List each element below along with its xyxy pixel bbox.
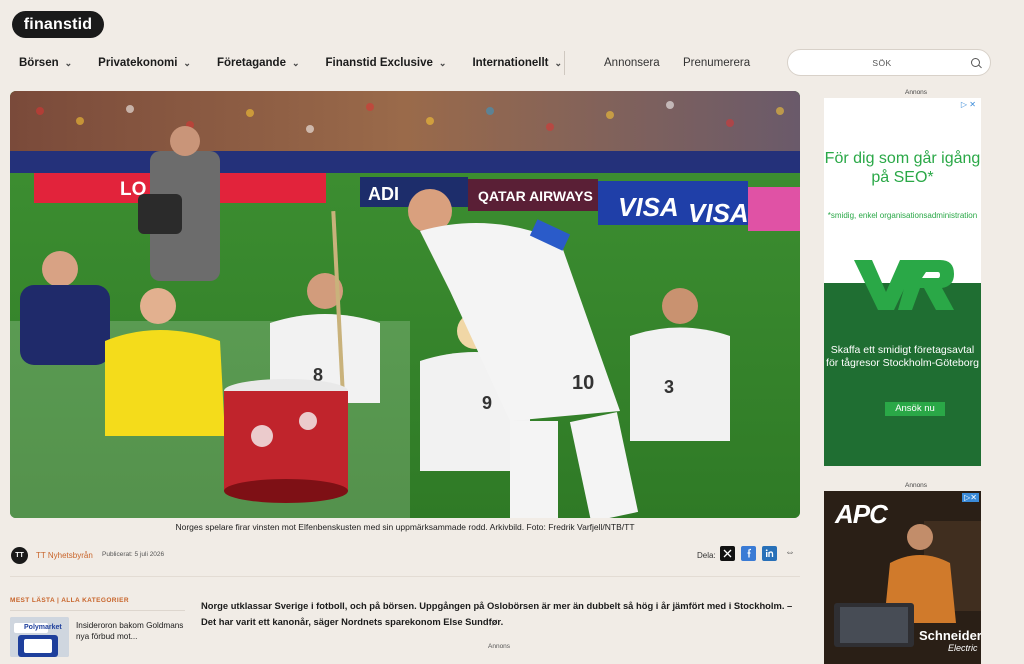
most-read-thumbnail[interactable]: Polymarket	[10, 617, 69, 657]
nav-item-label: Företagande	[216, 57, 286, 69]
hero-banner-text: VISA	[618, 192, 679, 222]
subscribe-link[interactable]: Prenumerera	[683, 57, 750, 69]
finanstid-logo[interactable]: finanstid	[12, 11, 104, 38]
chevron-down-icon: ⌄	[64, 57, 73, 68]
ad-label: Annons	[488, 643, 511, 650]
hero-banner-text: QATAR AIRWAYS	[478, 188, 593, 204]
ad-choices-icon[interactable]: ▷ ✕	[961, 100, 976, 109]
hero-banner-text: ADI	[368, 184, 399, 204]
copy-link-icon[interactable]: ⇔	[785, 547, 795, 558]
nav-item-label: Finanstid Exclusive	[325, 57, 433, 69]
shirt-number: 3	[664, 377, 674, 397]
ad-cta-button[interactable]: Ansök nu	[885, 402, 945, 416]
chevron-down-icon: ⌄	[554, 57, 563, 68]
nav-item-foretagande[interactable]: Företagande ⌄	[217, 57, 300, 69]
advertise-link[interactable]: Annonsera	[604, 57, 660, 69]
search-icon[interactable]	[971, 58, 980, 67]
nav-item-finanstid-exclusive[interactable]: Finanstid Exclusive ⌄	[326, 57, 447, 69]
ad-label: Annons	[905, 89, 928, 96]
article-hero-image: LO ADI QATAR AIRWAYS VISA VISA 8 9 3 10	[10, 91, 800, 518]
apc-logo: APC	[835, 499, 888, 529]
author-link[interactable]: TT Nyhetsbyrån	[36, 551, 93, 560]
chevron-down-icon: ⌄	[183, 57, 191, 68]
nav-divider	[564, 51, 565, 75]
article-lede: Norge utklassar Sverige i fotboll, och p…	[201, 600, 793, 627]
divider	[10, 610, 185, 611]
shirt-number: 9	[482, 393, 492, 413]
main-nav: Börsen ⌄ Privatekonomi ⌄ Företagande ⌄ Fina…	[19, 56, 588, 70]
nav-item-label: Internationellt	[472, 57, 549, 69]
search-input[interactable]	[798, 54, 966, 72]
thumbnail-label: Polymarket	[24, 624, 62, 631]
ad-headline: För dig som går igång på SEO*	[824, 150, 981, 186]
schneider-logo-subtext: Electric	[948, 643, 978, 653]
most-read-header[interactable]: MEST LÄSTA | ALLA KATEGORIER	[10, 597, 129, 604]
nav-item-label: Privatekonomi	[98, 57, 178, 69]
vr-logo-text: VR	[852, 250, 854, 251]
chevron-down-icon: ⌄	[438, 57, 447, 68]
chevron-down-icon: ⌄	[291, 57, 300, 68]
vr-advertisement[interactable]: ▷ ✕ För dig som går igång på SEO* *smidi…	[824, 98, 981, 466]
share-facebook-icon[interactable]	[741, 546, 756, 561]
ad-body: Skaffa ett smidigt företagsavtal för tåg…	[826, 344, 979, 369]
author-avatar[interactable]: TT	[11, 547, 28, 564]
nav-item-privatekonomi[interactable]: Privatekonomi ⌄	[98, 57, 191, 69]
nav-item-borsen[interactable]: Börsen ⌄	[19, 57, 72, 69]
share-label: Dela:	[697, 551, 716, 560]
image-caption: Norges spelare firar vinsten mot Elfenbe…	[175, 522, 635, 532]
shirt-number: 10	[572, 372, 594, 394]
publish-date: Publicerat: 5 juli 2026	[102, 551, 165, 558]
apc-advertisement[interactable]: APC ▷✕ Schneider Electric	[824, 491, 981, 664]
ad-choices-icon[interactable]: ▷✕	[962, 493, 979, 502]
most-read-item-title[interactable]: Insideroron bakom Goldmans nya förbud mo…	[76, 620, 184, 642]
schneider-logo-text: Schneider	[919, 628, 981, 643]
share-x-icon[interactable]	[720, 546, 735, 561]
ad-footnote: *smidig, enkel organisationsadministrati…	[827, 211, 978, 220]
divider	[10, 576, 800, 577]
ad-label: Annons	[905, 482, 928, 489]
nav-item-internationellt[interactable]: Internationellt ⌄	[472, 57, 562, 69]
share-linkedin-icon[interactable]	[762, 546, 777, 561]
search-box	[787, 49, 991, 76]
nav-item-label: Börsen	[19, 57, 59, 69]
hero-banner-text: VISA	[688, 198, 749, 228]
vr-logo: VR	[852, 250, 954, 310]
